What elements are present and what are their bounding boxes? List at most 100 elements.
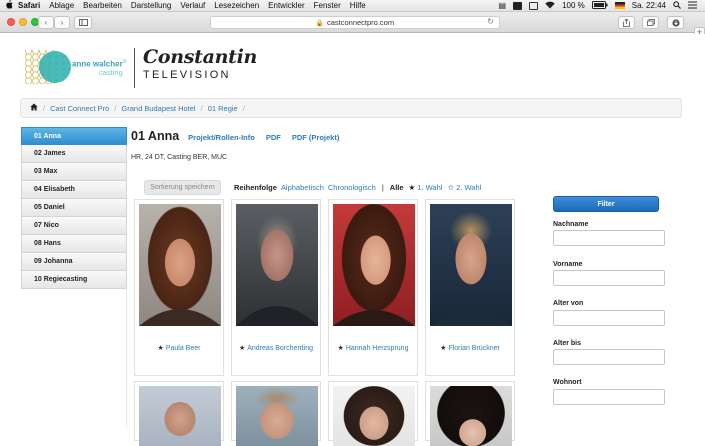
sidebar-item-05-daniel[interactable]: 05 Daniel (21, 199, 127, 217)
breadcrumb-cast-connect-pro[interactable]: Cast Connect Pro (50, 104, 109, 113)
lastname-field[interactable] (553, 230, 665, 246)
sidebar-item-08-hans[interactable]: 08 Hans (21, 235, 127, 253)
filter-button[interactable]: Filter (553, 196, 659, 212)
app-icon[interactable] (513, 1, 523, 10)
actor-name-link[interactable]: Florian Brückner (448, 345, 499, 352)
battery-label: 100 % (562, 1, 585, 10)
actor-caption: ★ Paula Beer (135, 344, 223, 352)
menu-bearbeiten[interactable]: Bearbeiten (83, 1, 122, 10)
actor-photo[interactable] (139, 204, 221, 326)
breadcrumb-grand-budapest-hotel[interactable]: Grand Budapest Hotel (121, 104, 195, 113)
share-button[interactable] (618, 16, 635, 29)
actor-card[interactable] (328, 381, 418, 446)
menu-fenster[interactable]: Fenster (314, 1, 341, 10)
actor-card[interactable]: ★ Andreas Borcherding (231, 199, 321, 376)
menu-ablage[interactable]: Ablage (49, 1, 74, 10)
actor-card[interactable]: ★ Hannah Herzsprung (328, 199, 418, 376)
apple-icon[interactable] (0, 0, 18, 11)
actor-photo[interactable] (236, 204, 318, 326)
sort-alphabetical-link[interactable]: Alphabetisch (281, 183, 324, 192)
actor-card[interactable] (134, 381, 224, 446)
window-icon[interactable] (529, 1, 539, 10)
clock[interactable]: Sa. 22:44 (632, 1, 666, 10)
actor-photo[interactable] (236, 386, 318, 446)
role-description: HR, 24 DT, Casting BER, MUC (131, 154, 228, 161)
breadcrumb-01-regie[interactable]: 01 Regie (208, 104, 238, 113)
actor-card[interactable]: ★ Paula Beer (134, 199, 224, 376)
minimize-window-button[interactable] (19, 18, 27, 26)
pdf-project-link[interactable]: PDF (Projekt) (292, 133, 340, 142)
actor-photo[interactable] (139, 386, 221, 446)
age-from-label: Alter von (553, 300, 584, 307)
tabs-overview-button[interactable] (642, 16, 659, 29)
forward-button[interactable]: › (54, 16, 70, 29)
star-icon[interactable]: ★ (158, 345, 164, 352)
filter-all-label[interactable]: Alle (390, 183, 404, 192)
actor-name-link[interactable]: Paula Beer (166, 345, 201, 352)
spotlight-icon[interactable] (673, 0, 681, 11)
close-window-button[interactable] (7, 18, 15, 26)
reload-icon[interactable]: ↻ (487, 17, 494, 26)
url-text: castconnectpro.com (326, 18, 395, 27)
sidebar-item-03-max[interactable]: 03 Max (21, 163, 127, 181)
address-bar[interactable]: 🔒 castconnectpro.com ↻ (210, 16, 500, 29)
menu-verlauf[interactable]: Verlauf (180, 1, 205, 10)
lock-icon: 🔒 (315, 19, 324, 27)
notification-center-icon[interactable] (688, 1, 697, 11)
sort-options: Reihenfolge Alphabetisch Chronologisch |… (234, 183, 482, 192)
actor-photo[interactable] (333, 204, 415, 326)
actor-card[interactable] (425, 381, 515, 446)
actor-photo[interactable] (430, 386, 512, 446)
anne-walcher-casting-logo[interactable]: anne walcher® casting (25, 46, 126, 88)
second-choice-link[interactable]: 2. Wahl (456, 183, 481, 192)
home-icon[interactable] (30, 103, 38, 113)
star-icon[interactable]: ★ (239, 345, 245, 352)
star-icon[interactable]: ★ (440, 345, 446, 352)
sort-chronological-link[interactable]: Chronologisch (328, 183, 376, 192)
tabs-icon (646, 19, 655, 26)
sidebar-item-07-nico[interactable]: 07 Nico (21, 217, 127, 235)
logo-divider (134, 48, 135, 88)
actor-name-link[interactable]: Hannah Herzsprung (346, 345, 409, 352)
constantin-logo-script: Constantin (143, 46, 258, 68)
share-icon (623, 18, 630, 27)
ruler-icon[interactable]: ▤ (499, 1, 507, 10)
firstname-label: Vorname (553, 261, 583, 268)
back-button[interactable]: ‹ (38, 16, 54, 29)
browser-toolbar: ‹ › 🔒 castconnectpro.com ↻ + (0, 12, 705, 37)
first-choice-link[interactable]: 1. Wahl (417, 183, 442, 192)
save-sorting-button[interactable]: Sortierung speichern (144, 180, 221, 195)
menu-darstellung[interactable]: Darstellung (131, 1, 171, 10)
menu-lesezeichen[interactable]: Lesezeichen (214, 1, 259, 10)
actor-photo[interactable] (333, 386, 415, 446)
actor-card[interactable] (231, 381, 321, 446)
battery-icon[interactable] (591, 0, 608, 11)
actor-caption: ★ Hannah Herzsprung (329, 344, 417, 352)
sidebar-item-10-regiecasting[interactable]: 10 Regiecasting (21, 271, 127, 289)
sidebar-toggle-button[interactable] (74, 16, 92, 29)
sidebar-item-02-james[interactable]: 02 James (21, 145, 127, 163)
pdf-link[interactable]: PDF (266, 133, 281, 142)
casting-logo-word: casting (99, 68, 123, 77)
age-to-field[interactable] (553, 349, 665, 365)
actor-name-link[interactable]: Andreas Borcherding (247, 345, 313, 352)
sidebar-item-09-johanna[interactable]: 09 Johanna (21, 253, 127, 271)
sidebar-item-04-elisabeth[interactable]: 04 Elisabeth (21, 181, 127, 199)
television-logo-text: TELEVISION (143, 69, 231, 81)
residence-field[interactable] (553, 389, 665, 405)
actor-card[interactable]: ★ Florian Brückner (425, 199, 515, 376)
firstname-field[interactable] (553, 270, 665, 286)
actor-photo[interactable] (430, 204, 512, 326)
sidebar-item-01-anna[interactable]: 01 Anna (21, 127, 127, 145)
wifi-icon[interactable] (545, 1, 555, 11)
menu-hilfe[interactable]: Hilfe (350, 1, 366, 10)
keyboard-flag-icon[interactable] (614, 2, 625, 9)
constantin-television-logo[interactable]: Constantin TELEVISION (143, 46, 258, 86)
star-icon[interactable]: ★ (338, 345, 344, 352)
download-icon (671, 18, 680, 27)
project-role-info-link[interactable]: Projekt/Rollen-Info (188, 133, 255, 142)
menu-entwickler[interactable]: Entwickler (268, 1, 304, 10)
age-from-field[interactable] (553, 310, 665, 326)
menu-safari[interactable]: Safari (18, 1, 40, 10)
downloads-button[interactable] (667, 16, 684, 29)
